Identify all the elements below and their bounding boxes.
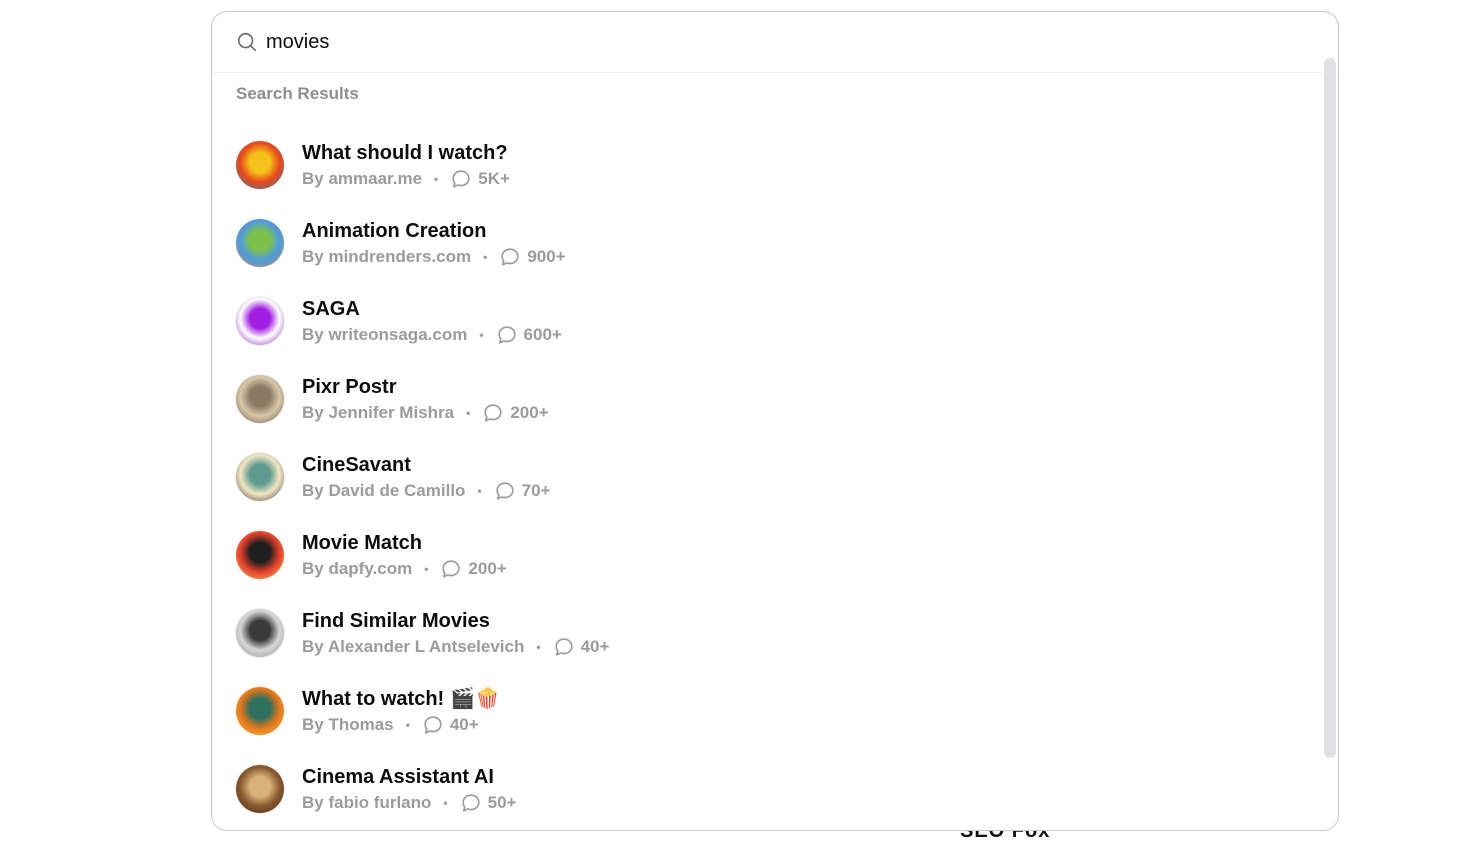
chat-bubble-icon <box>424 715 442 734</box>
separator-dot: • <box>536 639 541 654</box>
separator-dot: • <box>434 171 439 186</box>
gpt-name: Pixr Postr <box>302 375 397 398</box>
gpt-name: Animation Creation <box>302 219 487 242</box>
gpt-avatar <box>236 531 284 579</box>
chat-bubble-icon <box>461 793 480 812</box>
conversation-count: 70+ <box>521 480 551 500</box>
conversation-count: 40+ <box>580 636 610 656</box>
gpt-author: By Jennifer Mishra <box>302 402 455 422</box>
conversation-count: 50+ <box>487 792 517 812</box>
gpt-name: SAGA <box>302 297 360 320</box>
separator-dot: • <box>477 483 482 498</box>
separator-dot: • <box>479 327 484 342</box>
gpt-author: By fabio furlano <box>302 792 432 812</box>
gpt-name: CineSavant <box>302 453 411 476</box>
separator-dot: • <box>424 561 429 576</box>
separator-dot: • <box>466 405 471 420</box>
gpt-name: What should I watch? <box>302 141 508 164</box>
gpt-avatar <box>236 375 284 423</box>
gpt-author: By Alexander L Antselevich <box>302 636 525 656</box>
chat-bubble-icon <box>452 169 470 188</box>
result-item[interactable]: Pixr Postr By Jennifer Mishra • 200+ <box>236 360 1296 438</box>
gpt-name: Movie Match <box>302 531 423 554</box>
conversation-count: 200+ <box>510 402 549 422</box>
gpt-name: What to watch! 🎬🍿 <box>302 687 501 710</box>
conversation-count: 40+ <box>449 714 479 734</box>
separator-dot: • <box>405 717 410 732</box>
gpt-author: By writeonsaga.com <box>302 324 468 344</box>
gpt-name: Find Similar Movies <box>302 609 490 632</box>
section-title-search-results: Search Results <box>236 84 359 103</box>
chat-bubble-icon <box>484 403 502 422</box>
scrollbar-thumb[interactable] <box>1324 58 1336 758</box>
search-icon <box>237 32 257 52</box>
gpt-avatar <box>236 687 284 735</box>
gpt-avatar <box>236 453 284 501</box>
result-item[interactable]: SAGA By writeonsaga.com • 600+ <box>236 282 1296 360</box>
title-emoji: 🎬🍿 <box>450 687 501 710</box>
separator-dot: • <box>443 795 448 810</box>
gpt-author: By dapfy.com <box>302 558 413 578</box>
gpt-avatar <box>236 297 284 345</box>
chat-bubble-icon <box>501 247 519 266</box>
gpt-avatar <box>236 609 284 657</box>
chat-bubble-icon <box>554 637 573 656</box>
gpt-author: By David de Camillo <box>302 480 466 500</box>
conversation-count: 600+ <box>523 324 562 344</box>
search-input[interactable] <box>266 28 866 56</box>
gpt-author: By Thomas <box>302 714 394 734</box>
result-item[interactable]: CineSavant By David de Camillo • 70+ <box>236 438 1296 516</box>
chat-bubble-icon <box>442 559 461 578</box>
gpt-avatar <box>236 765 284 813</box>
result-item[interactable]: Movie Match By dapfy.com • 200+ <box>236 516 1296 594</box>
search-bar <box>212 12 1338 73</box>
result-item[interactable]: Animation Creation By mindrenders.com • … <box>236 204 1296 282</box>
gpt-author: By ammaar.me <box>302 168 423 188</box>
conversation-count: 900+ <box>527 246 566 266</box>
scrollbar[interactable] <box>1324 58 1336 758</box>
results-list: What should I watch? By ammaar.me • 5K+ … <box>236 126 1296 828</box>
gpt-avatar <box>236 141 284 189</box>
gpt-author: By mindrenders.com <box>302 246 472 266</box>
chat-bubble-icon <box>496 481 514 500</box>
result-item[interactable]: Cinema Assistant AI By fabio furlano • 5… <box>236 750 1296 828</box>
conversation-count: 5K+ <box>478 168 510 188</box>
chat-bubble-icon <box>497 325 516 344</box>
gpt-avatar <box>236 219 284 267</box>
result-item[interactable]: What to watch! 🎬🍿 By Thomas • 40+ <box>236 672 1296 750</box>
result-item[interactable]: What should I watch? By ammaar.me • 5K+ <box>236 126 1296 204</box>
result-item[interactable]: Find Similar Movies By Alexander L Antse… <box>236 594 1296 672</box>
gpt-name: Cinema Assistant AI <box>302 765 494 788</box>
separator-dot: • <box>483 249 488 264</box>
gpt-search-dialog: Search Results What should I watch? By a… <box>211 11 1339 831</box>
conversation-count: 200+ <box>468 558 507 578</box>
